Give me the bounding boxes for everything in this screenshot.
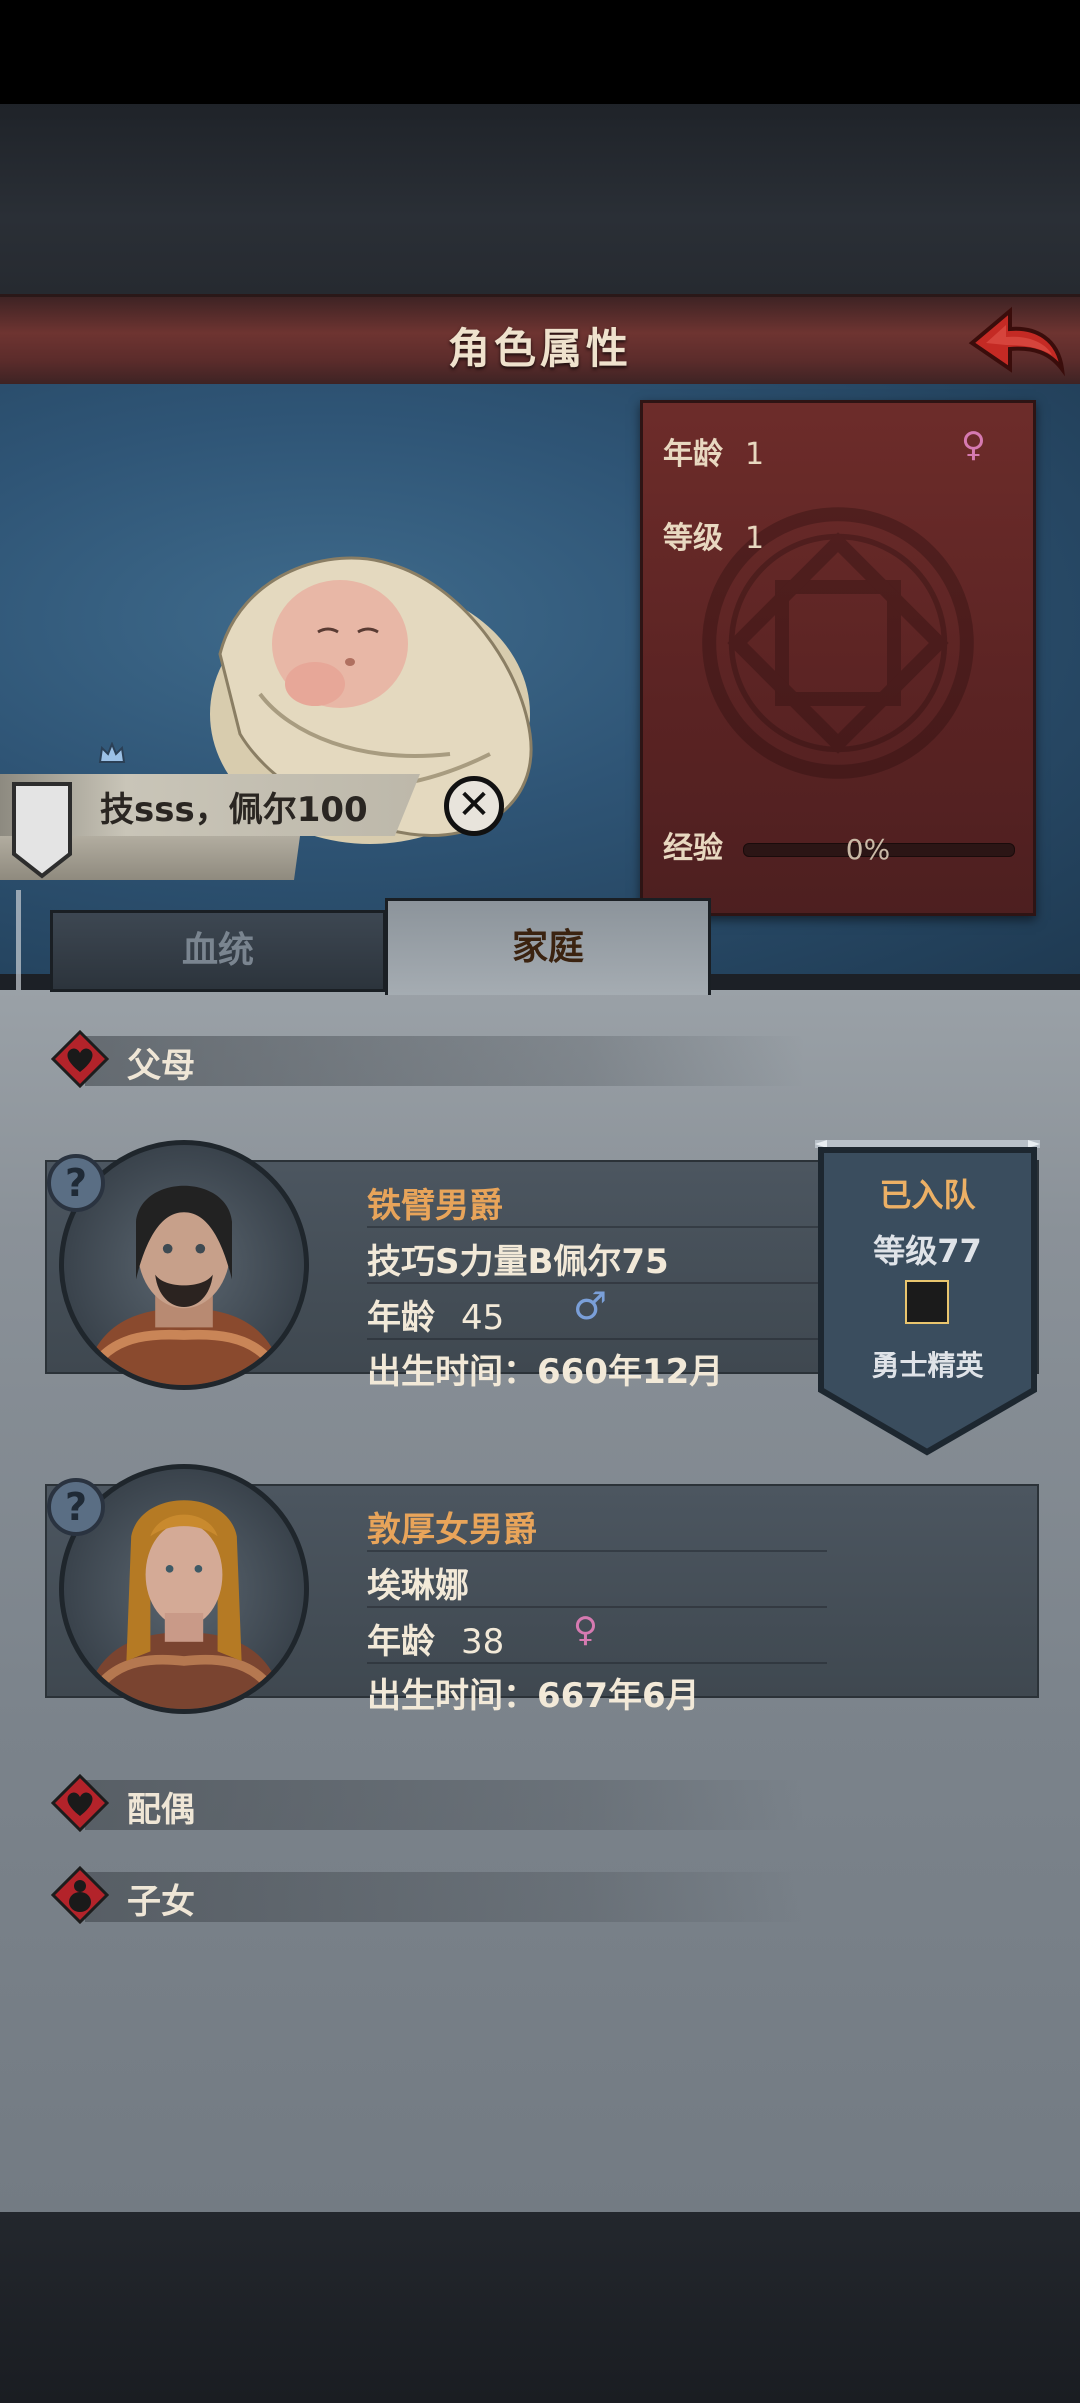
team-status: 已入队 bbox=[879, 1176, 976, 1214]
mother-age-label: 年龄 bbox=[367, 1622, 435, 1662]
trait-text: 技sss，佩尔100 bbox=[100, 790, 368, 830]
team-badge: 已入队 等级77 勇士精英 bbox=[815, 1140, 1040, 1456]
mother-name: 埃琳娜 bbox=[367, 1566, 469, 1606]
question-icon[interactable]: ? bbox=[47, 1154, 105, 1212]
close-icon[interactable]: ✕ bbox=[444, 776, 504, 836]
character-hero: 年龄 1 ♀ 等级 1 经验 0% 技sss，佩尔100 ✕ bbox=[0, 384, 1080, 974]
tab-bloodline[interactable]: 血统 bbox=[50, 910, 386, 992]
father-birth: 出生时间：660年12月 bbox=[367, 1352, 724, 1392]
heart-icon bbox=[51, 1030, 109, 1088]
section-children[interactable]: 子女 bbox=[45, 1862, 1045, 1930]
page-title: 角色属性 bbox=[447, 324, 632, 373]
shield-icon bbox=[12, 782, 72, 879]
header-bar: 角色属性 bbox=[0, 294, 1080, 391]
emblem-icon bbox=[905, 1280, 949, 1324]
section-children-label: 子女 bbox=[127, 1882, 195, 1922]
mother-age: 38 bbox=[461, 1622, 505, 1662]
father-name: 技巧S力量B佩尔75 bbox=[367, 1242, 669, 1282]
section-parents: 父母 bbox=[45, 1026, 1045, 1094]
tab-family-label: 家庭 bbox=[511, 927, 584, 968]
father-title: 铁臂男爵 bbox=[367, 1186, 503, 1226]
heart-icon bbox=[51, 1774, 109, 1832]
team-rank: 勇士精英 bbox=[871, 1349, 984, 1382]
tab-family[interactable]: 家庭 bbox=[385, 898, 711, 995]
stats-panel: 年龄 1 ♀ 等级 1 经验 0% bbox=[640, 400, 1036, 916]
back-arrow-icon[interactable] bbox=[966, 303, 1066, 379]
mother-birth: 出生时间：667年6月 bbox=[367, 1676, 700, 1716]
father-age: 45 bbox=[461, 1298, 505, 1338]
age-row: 年龄 1 bbox=[663, 429, 764, 473]
mother-title: 敦厚女男爵 bbox=[367, 1510, 537, 1550]
exp-value: 0% bbox=[845, 833, 891, 866]
male-icon: ♂ bbox=[573, 1284, 608, 1328]
tab-bar: 血统 家庭 bbox=[30, 898, 1050, 998]
mother-age-row: 年龄 38 bbox=[367, 1614, 504, 1663]
level-row: 等级 1 bbox=[663, 513, 764, 557]
section-spouse-label: 配偶 bbox=[127, 1790, 195, 1830]
father-age-label: 年龄 bbox=[367, 1298, 435, 1338]
status-bar-area bbox=[0, 0, 1080, 104]
level-value: 1 bbox=[745, 521, 765, 556]
section-spouse[interactable]: 配偶 bbox=[45, 1770, 1045, 1838]
parent-card-mother[interactable]: ? 敦厚女男爵 埃琳娜 年龄 38 ♀ 出生时间：667年6月 bbox=[45, 1464, 1039, 1716]
female-icon: ♀ bbox=[961, 425, 986, 465]
father-age-row: 年龄 45 bbox=[367, 1290, 504, 1339]
female-icon: ♀ bbox=[573, 1610, 598, 1650]
top-backdrop bbox=[0, 104, 1080, 294]
age-value: 1 bbox=[745, 437, 765, 472]
team-level: 等级77 bbox=[873, 1232, 982, 1270]
question-icon[interactable]: ? bbox=[47, 1478, 105, 1536]
bottom-backdrop bbox=[0, 2212, 1080, 2403]
section-parents-label: 父母 bbox=[127, 1046, 195, 1086]
child-icon bbox=[51, 1866, 109, 1924]
level-label: 等级 bbox=[663, 521, 723, 556]
age-label: 年龄 bbox=[663, 437, 723, 472]
crown-icon bbox=[98, 742, 126, 763]
